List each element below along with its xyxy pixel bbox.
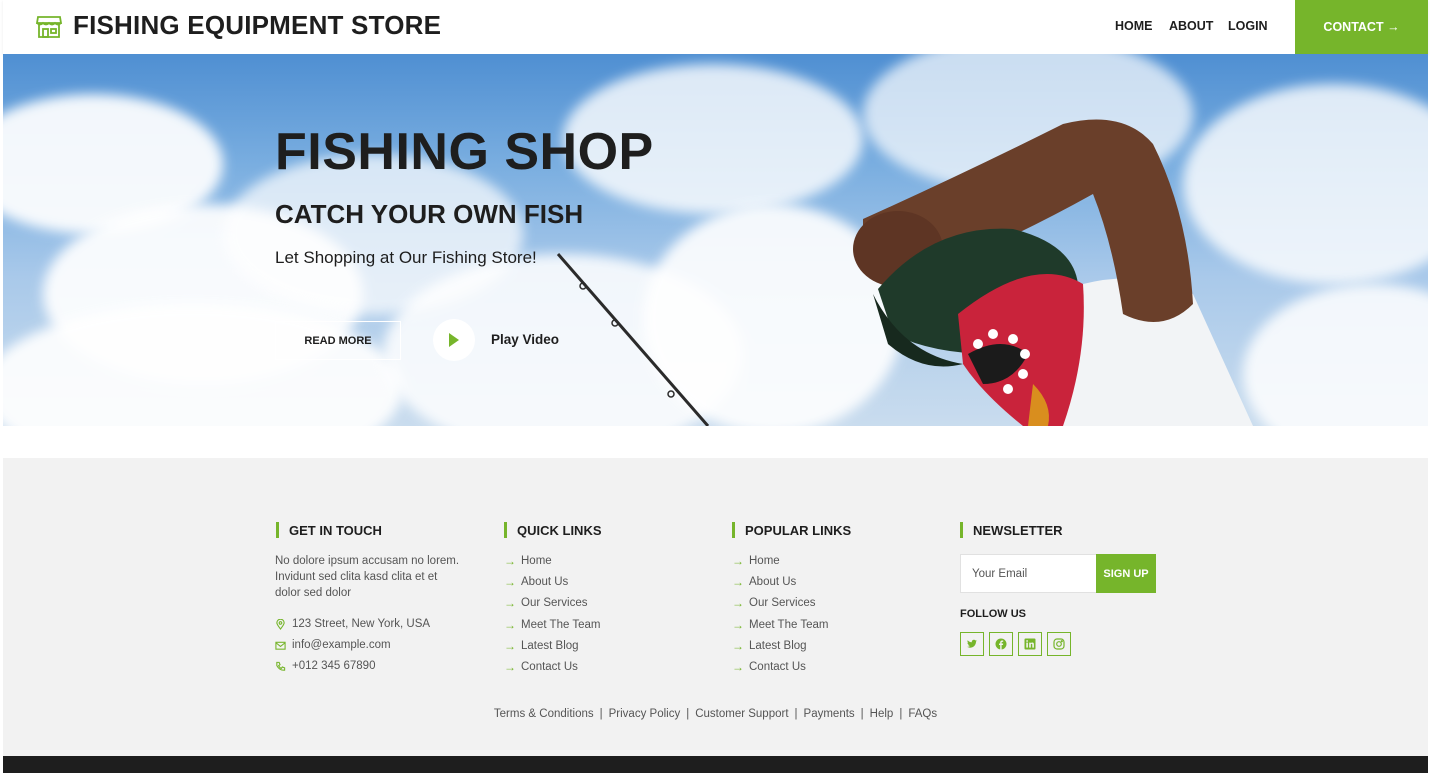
envelope-icon — [275, 641, 286, 650]
copyright-bar — [3, 756, 1428, 773]
popular-link-about[interactable]: → About Us — [732, 575, 796, 589]
arrow-right-icon: → — [732, 639, 744, 653]
arrow-right-icon: → — [732, 596, 744, 610]
heading-accent-bar — [504, 522, 507, 538]
phone-icon — [276, 661, 286, 671]
get-in-touch-text-1: No dolore ipsum accusam no lorem. — [275, 555, 460, 567]
arrow-right-icon: → — [732, 575, 744, 589]
get-in-touch-text-2: Invidunt sed clita kasd clita et et — [275, 571, 438, 583]
legal-links: Terms & Conditions | Privacy Policy | Custom… — [493, 708, 938, 720]
quick-links-heading: QUICK LINKS — [517, 522, 602, 538]
popular-links-heading: POPULAR LINKS — [745, 522, 852, 538]
heading-accent-bar — [732, 522, 735, 538]
contact-email[interactable]: info@example.com — [275, 639, 391, 651]
footer-get-in-touch: GET IN TOUCH — [276, 522, 382, 538]
linkedin-button[interactable] — [1018, 632, 1042, 656]
terms-link[interactable]: Terms & Conditions — [494, 708, 594, 720]
newsletter-heading: NEWSLETTER — [973, 522, 1063, 538]
arrow-right-icon: → — [732, 660, 744, 674]
instagram-icon — [1053, 638, 1065, 650]
linkedin-icon — [1024, 638, 1036, 650]
read-more-button[interactable]: READ MORE — [275, 321, 401, 360]
popular-link-home[interactable]: → Home — [732, 554, 780, 568]
play-video-label[interactable]: Play Video — [491, 332, 559, 347]
quick-link-contact[interactable]: → Contact Us — [504, 660, 578, 674]
quick-link-services[interactable]: → Our Services — [504, 596, 587, 610]
arrow-right-icon: → — [504, 639, 516, 653]
twitter-button[interactable] — [960, 632, 984, 656]
contact-address: 123 Street, New York, USA — [275, 618, 430, 630]
navbar: FISHING EQUIPMENT STORE HOME ABOUT LOGIN… — [3, 0, 1428, 54]
footer-quick-links: QUICK LINKS — [504, 522, 602, 538]
hero-text: Let Shopping at Our Fishing Store! — [275, 248, 537, 267]
contact-button[interactable]: CONTACT → — [1295, 0, 1428, 54]
fisherman-image — [556, 119, 1253, 426]
instagram-button[interactable] — [1047, 632, 1071, 656]
contact-phone[interactable]: +012 345 67890 — [275, 660, 375, 672]
facebook-icon — [995, 638, 1007, 650]
hero-title: FISHING SHOP — [275, 123, 654, 181]
footer-popular-links: POPULAR LINKS — [732, 522, 851, 538]
arrow-right-icon: → — [732, 618, 744, 632]
nav-login[interactable]: LOGIN — [1228, 19, 1268, 33]
arrow-right-icon: → — [504, 554, 516, 568]
twitter-icon — [967, 639, 977, 648]
faqs-link[interactable]: FAQs — [908, 708, 937, 720]
follow-us-label: FOLLOW US — [960, 608, 1026, 620]
payments-link[interactable]: Payments — [804, 708, 855, 720]
quick-link-home[interactable]: → Home — [504, 554, 552, 568]
footer: GET IN TOUCH No dolore ipsum accusam no … — [3, 458, 1428, 756]
help-link[interactable]: Help — [870, 708, 894, 720]
arrow-right-icon: → — [504, 618, 516, 632]
privacy-link[interactable]: Privacy Policy — [609, 708, 681, 720]
popular-link-contact[interactable]: → Contact Us — [732, 660, 806, 674]
quick-link-blog[interactable]: → Latest Blog — [504, 639, 579, 653]
popular-link-services[interactable]: → Our Services — [732, 596, 815, 610]
get-in-touch-text-3: dolor sed dolor — [275, 587, 352, 599]
heading-accent-bar — [960, 522, 963, 538]
map-pin-icon — [276, 618, 285, 630]
support-link[interactable]: Customer Support — [695, 708, 788, 720]
quick-link-team[interactable]: → Meet The Team — [504, 618, 600, 632]
nav-about[interactable]: ABOUT — [1169, 19, 1213, 33]
arrow-right-icon: → — [504, 596, 516, 610]
brand-name: FISHING EQUIPMENT STORE — [73, 10, 442, 40]
popular-link-team[interactable]: → Meet The Team — [732, 618, 828, 632]
hero-banner: FISHING SHOP CATCH YOUR OWN FISH Let Sho… — [3, 54, 1428, 426]
arrow-right-icon: → — [504, 575, 516, 589]
sign-up-button[interactable]: SIGN UP — [1096, 554, 1156, 593]
footer-newsletter: NEWSLETTER — [960, 522, 1063, 538]
play-icon — [449, 333, 459, 347]
arrow-right-icon: → — [504, 660, 516, 674]
quick-link-about[interactable]: → About Us — [504, 575, 568, 589]
nav-home[interactable]: HOME — [1115, 19, 1153, 33]
play-video-button[interactable] — [433, 319, 475, 361]
get-in-touch-heading: GET IN TOUCH — [289, 522, 382, 538]
arrow-right-icon: → — [732, 554, 744, 568]
popular-link-blog[interactable]: → Latest Blog — [732, 639, 807, 653]
storefront-icon — [35, 15, 63, 38]
brand-logo[interactable]: FISHING EQUIPMENT STORE — [35, 10, 441, 41]
newsletter-email-input[interactable] — [960, 554, 1097, 593]
heading-accent-bar — [276, 522, 279, 538]
hero-subtitle: CATCH YOUR OWN FISH — [275, 199, 584, 229]
facebook-button[interactable] — [989, 632, 1013, 656]
